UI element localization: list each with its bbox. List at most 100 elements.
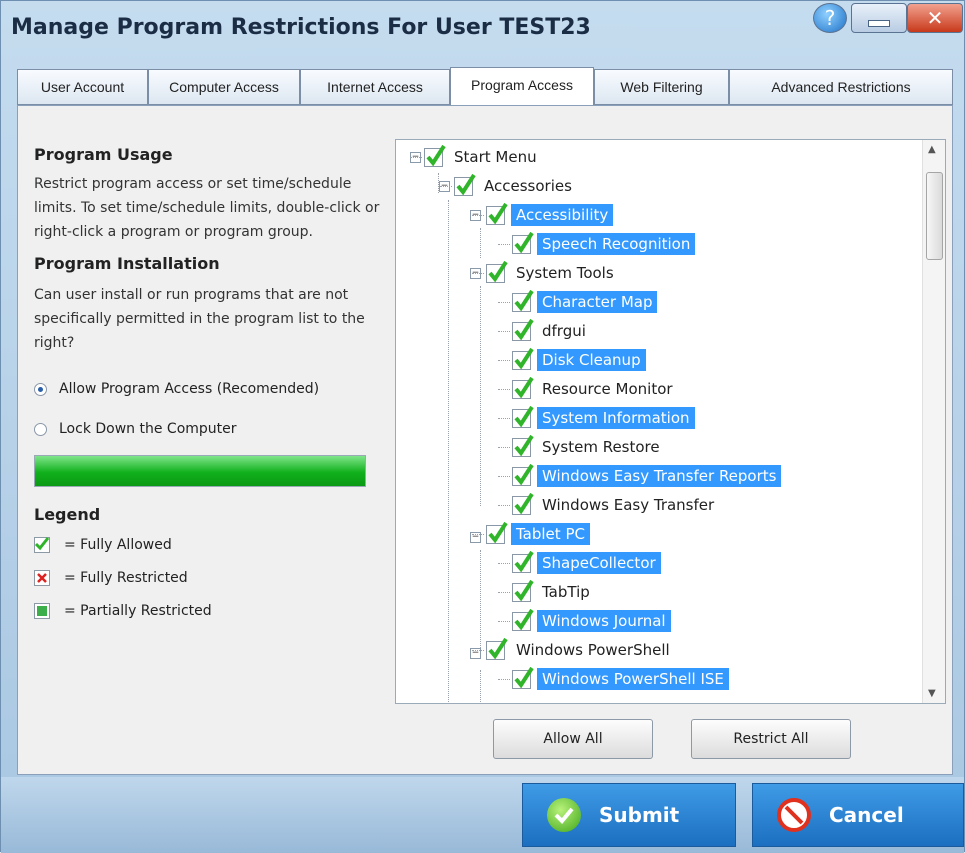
tree-node-label: Windows PowerShell ISE (537, 668, 729, 690)
legend-heading: Legend (34, 505, 101, 524)
tree-node-label: Windows Easy Transfer Reports (537, 465, 782, 487)
green-check-icon[interactable] (512, 608, 534, 631)
tree-node[interactable]: Windows PowerShell ISE (512, 666, 729, 692)
tree-node[interactable]: Windows PowerShell (486, 637, 675, 663)
tree-node[interactable]: Character Map (512, 289, 658, 315)
green-check-icon[interactable] (512, 666, 534, 689)
green-check-icon[interactable] (486, 202, 508, 225)
tree-node[interactable]: Accessories (454, 173, 577, 199)
green-check-icon (34, 536, 50, 553)
green-check-icon[interactable] (512, 347, 534, 370)
tree-guide (480, 286, 481, 506)
tree-scrollbar[interactable]: ▲ ▼ (922, 140, 945, 703)
legend-fully-restricted-label: = Fully Restricted (64, 569, 188, 586)
tab-computer-access[interactable]: Computer Access (148, 69, 300, 105)
tab-advanced-restrictions[interactable]: Advanced Restrictions (729, 69, 953, 105)
tree-node[interactable]: TabTip (512, 579, 595, 605)
close-button[interactable]: ✕ (907, 3, 963, 33)
tree-guide (498, 592, 510, 593)
green-check-icon[interactable] (512, 579, 534, 602)
tree-node[interactable]: System Tools (486, 260, 619, 286)
tree-node-label: Disk Cleanup (537, 349, 646, 371)
legend-fully-allowed-label: = Fully Allowed (64, 536, 172, 553)
green-check-icon[interactable] (512, 405, 534, 428)
program-usage-text: Restrict program access or set time/sche… (34, 176, 380, 240)
green-check-icon[interactable] (512, 492, 534, 515)
tree-node[interactable]: ShapeCollector (512, 550, 661, 576)
tree-node-label: Resource Monitor (542, 380, 673, 398)
green-check-icon[interactable] (486, 521, 508, 544)
green-check-icon[interactable] (512, 289, 534, 312)
tree-node[interactable]: Disk Cleanup (512, 347, 646, 373)
tree-guide (498, 331, 510, 332)
tree-guide (498, 505, 510, 506)
green-check-icon[interactable] (512, 550, 534, 573)
radio-unselected-icon (34, 422, 47, 436)
tree-guide (448, 200, 449, 703)
tree-guide (498, 621, 510, 622)
no-entry-icon (777, 798, 811, 832)
restrict-all-button[interactable]: Restrict All (691, 719, 851, 759)
window-title: Manage Program Restrictions For User TES… (11, 15, 591, 40)
left-pane: Program Usage Restrict program access or… (34, 139, 384, 627)
tree-node[interactable]: dfrgui (512, 318, 591, 344)
partial-fill (37, 605, 47, 616)
tree-guide (498, 563, 510, 564)
tab-internet-access[interactable]: Internet Access (300, 69, 450, 105)
tree-node-label: Accessories (484, 177, 572, 195)
tab-program-access[interactable]: Program Access (450, 67, 594, 107)
tree-node-label: Speech Recognition (537, 233, 696, 255)
tree-node[interactable]: Windows Journal (512, 608, 671, 634)
tree-node[interactable]: Tablet PC (486, 521, 590, 547)
help-icon[interactable]: ? (813, 3, 847, 33)
green-check-icon[interactable] (512, 231, 534, 254)
program-installation-text: Can user install or run programs that ar… (34, 287, 365, 351)
green-check-icon[interactable] (512, 376, 534, 399)
tree-node[interactable]: Windows Easy Transfer (512, 492, 719, 518)
tree-guide (472, 273, 484, 274)
tree-node[interactable]: Resource Monitor (512, 376, 678, 402)
tree-node-label: Accessibility (511, 204, 614, 226)
scrollbar-thumb[interactable] (926, 172, 943, 260)
green-check-icon[interactable] (454, 173, 476, 196)
green-check-icon[interactable] (512, 434, 534, 457)
tree-node[interactable]: System Information (512, 405, 695, 431)
cancel-button[interactable]: Cancel (752, 783, 964, 847)
tree-guide (480, 670, 481, 703)
tab-user-account[interactable]: User Account (17, 69, 148, 105)
tree-guide (480, 550, 481, 650)
submit-button[interactable]: Submit (522, 783, 736, 847)
scroll-up-icon[interactable]: ▲ (928, 144, 936, 155)
radio-selected-icon (34, 382, 47, 396)
minimize-button[interactable] (851, 3, 907, 33)
scroll-down-icon[interactable]: ▼ (928, 688, 936, 699)
dialog-window: Manage Program Restrictions For User TES… (0, 0, 965, 853)
program-tree[interactable]: − − − − − − Start Menu Accessories Accessi… (395, 139, 946, 704)
legend-fully-allowed: = Fully Allowed (34, 528, 384, 561)
green-check-icon[interactable] (424, 144, 446, 167)
green-check-icon[interactable] (512, 463, 534, 486)
cancel-label: Cancel (829, 803, 904, 827)
green-check-icon[interactable] (512, 318, 534, 341)
allow-all-button[interactable]: Allow All (493, 719, 653, 759)
tree-node-label: Windows Journal (537, 610, 671, 632)
tree-node-label: Character Map (537, 291, 658, 313)
tree-guide (498, 679, 510, 680)
legend-partially-restricted-label: = Partially Restricted (64, 602, 212, 619)
tree-guide (498, 244, 510, 245)
tree-guide (472, 534, 484, 535)
tree-node[interactable]: Accessibility (486, 202, 614, 228)
lock-down-computer-radio[interactable]: Lock Down the Computer (34, 417, 384, 441)
tree-node[interactable]: Speech Recognition (512, 231, 696, 257)
tab-bar: User Account Computer Access Internet Ac… (17, 67, 953, 107)
tree-guide (472, 650, 484, 651)
tree-node-label: System Information (537, 407, 695, 429)
red-x-icon (34, 569, 50, 586)
green-check-icon[interactable] (486, 637, 508, 660)
tree-node[interactable]: Start Menu (424, 144, 542, 170)
tab-web-filtering[interactable]: Web Filtering (594, 69, 729, 105)
allow-program-access-radio[interactable]: Allow Program Access (Recomended) (34, 377, 384, 401)
tree-node[interactable]: System Restore (512, 434, 665, 460)
green-check-icon[interactable] (486, 260, 508, 283)
tree-node[interactable]: Windows Easy Transfer Reports (512, 463, 782, 489)
